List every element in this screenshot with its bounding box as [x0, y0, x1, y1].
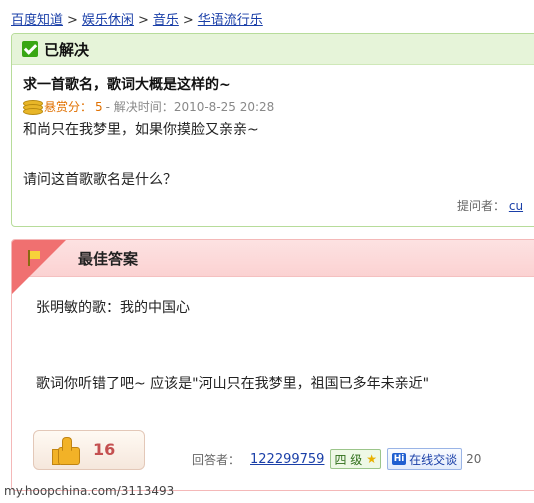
flag-icon	[26, 250, 40, 266]
question-header: 已解决	[12, 34, 534, 65]
answerer-info: 回答者： 122299759 四 级 ★ Hi 在线交谈 20	[192, 448, 481, 470]
level-badge: 四 级 ★	[330, 449, 382, 469]
question-title: 求一首歌名，歌词大概是这样的~	[23, 77, 231, 93]
asker-label: 提问者：	[457, 199, 506, 213]
answer-line: 张明敏的歌：我的中国心	[36, 300, 190, 316]
breadcrumb-separator: >	[182, 13, 194, 28]
like-count: 16	[93, 440, 116, 459]
answer-date: 20	[466, 452, 482, 466]
answer-line: 歌词你听错了吧~ 应该是"河山只在我梦里，祖国已多年未亲近"	[36, 376, 430, 392]
level-label: 四 级	[334, 452, 363, 467]
best-answer-title: 最佳答案	[78, 250, 139, 268]
breadcrumb-link-music[interactable]: 音乐	[153, 13, 179, 28]
watermark-text: my.hoopchina.com/3113493	[4, 484, 175, 498]
corner-ribbon	[12, 240, 66, 294]
breadcrumb-link-zhidao[interactable]: 百度知道	[11, 13, 63, 28]
check-icon	[22, 41, 38, 57]
best-answer-header: 最佳答案	[12, 240, 534, 294]
coin-icon	[23, 99, 43, 115]
reward-label: 悬赏分：	[44, 100, 93, 114]
question-panel: 已解决 求一首歌名，歌词大概是这样的~ 悬赏分： 5 - 解决时间： 2010-…	[11, 33, 534, 227]
status-label: 已解决	[44, 40, 90, 59]
question-body-line: 和尚只在我梦里，如果你摸脸又亲亲~	[23, 122, 259, 138]
asker-name-link[interactable]: cu	[509, 199, 523, 213]
star-icon: ★	[366, 452, 378, 466]
best-answer-panel: 最佳答案 张明敏的歌：我的中国心 歌词你听错了吧~ 应该是"河山只在我梦里，祖国…	[11, 239, 534, 491]
asker: 提问者： cu	[457, 197, 523, 214]
reward-value: 5	[95, 99, 103, 114]
question-body-line: 请问这首歌歌名是什么？	[23, 172, 177, 188]
breadcrumb: 百度知道 > 娱乐休闲 > 音乐 > 华语流行乐	[11, 9, 263, 28]
like-button[interactable]: 16	[33, 430, 145, 470]
breadcrumb-link-pop[interactable]: 华语流行乐	[198, 13, 263, 28]
question-meta: 悬赏分： 5 - 解决时间： 2010-8-25 20:28	[23, 98, 274, 115]
online-chat-button[interactable]: Hi 在线交谈	[387, 448, 463, 470]
answer-body: 张明敏的歌：我的中国心 歌词你听错了吧~ 应该是"河山只在我梦里，祖国已多年未亲…	[36, 298, 429, 394]
answerer-name-link[interactable]: 122299759	[250, 452, 324, 467]
breadcrumb-separator: >	[67, 13, 78, 28]
question-body: 和尚只在我梦里，如果你摸脸又亲亲~ 请问这首歌歌名是什么？	[23, 120, 259, 190]
breadcrumb-separator: >	[137, 13, 149, 28]
thumbs-up-icon	[52, 437, 80, 465]
resolved-time: 2010-8-25 20:28	[173, 99, 275, 114]
resolved-label: - 解决时间：	[105, 100, 174, 114]
answerer-label: 回答者：	[192, 452, 241, 467]
chat-label: 在线交谈	[409, 452, 458, 467]
breadcrumb-link-entertainment[interactable]: 娱乐休闲	[82, 13, 134, 28]
hi-icon: Hi	[392, 453, 407, 465]
